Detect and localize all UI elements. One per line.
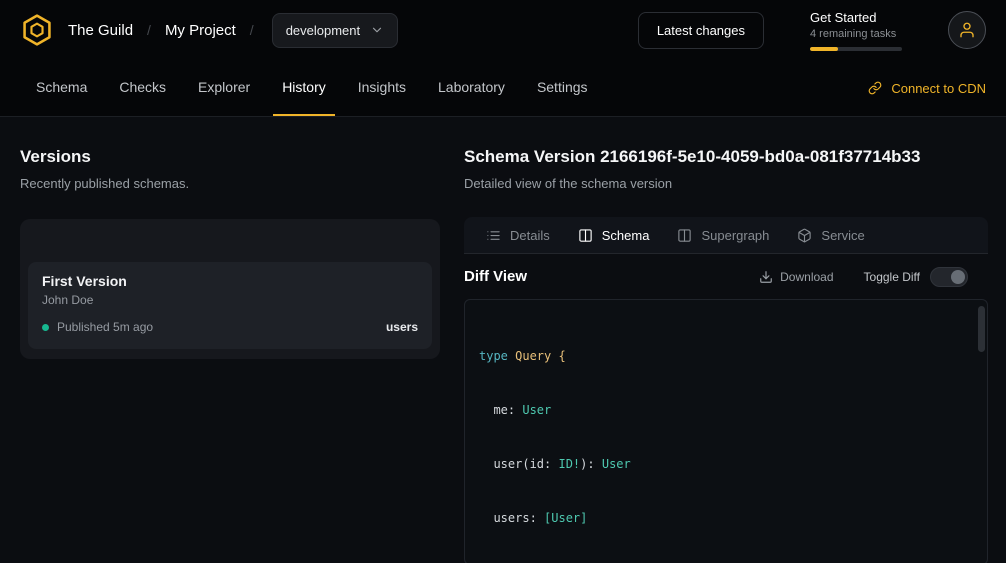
tab-schema[interactable]: Schema xyxy=(564,217,664,253)
main-nav: Schema Checks Explorer History Insights … xyxy=(0,60,1006,117)
hive-logo-icon[interactable] xyxy=(20,13,54,47)
version-status-row: Published 5m ago users xyxy=(42,320,418,334)
code-token: { xyxy=(551,349,565,363)
published-status-dot xyxy=(42,324,49,331)
code-line: type Query { xyxy=(479,347,973,365)
get-started-widget[interactable]: Get Started 4 remaining tasks xyxy=(810,10,902,51)
schema-sdl-viewer: type Query { me: User user(id: ID!): Use… xyxy=(464,299,988,563)
header-actions: Latest changes Get Started 4 remaining t… xyxy=(638,10,986,51)
download-icon xyxy=(759,270,773,284)
diff-view-header: Diff View Download Toggle Diff xyxy=(464,254,988,299)
org-name[interactable]: The Guild xyxy=(68,22,133,39)
download-label: Download xyxy=(780,270,833,284)
tab-schema-label: Schema xyxy=(602,228,650,243)
chevron-down-icon xyxy=(370,23,384,37)
tab-service-label: Service xyxy=(821,228,864,243)
columns-icon xyxy=(578,228,593,243)
diff-view-title: Diff View xyxy=(464,268,527,285)
toggle-diff-label: Toggle Diff xyxy=(864,270,920,284)
nav-tab-schema[interactable]: Schema xyxy=(27,60,96,116)
versions-title: Versions xyxy=(20,147,440,167)
schema-version-subtitle: Detailed view of the schema version xyxy=(464,176,988,191)
code-token: ID! xyxy=(558,457,580,471)
app-header: The Guild / My Project / development Lat… xyxy=(0,0,1006,60)
toggle-diff-switch[interactable] xyxy=(930,267,968,287)
code-token: [User] xyxy=(544,511,587,525)
code-line: user(id: ID!): User xyxy=(479,455,973,473)
schema-sdl-code: type Query { me: User user(id: ID!): Use… xyxy=(465,300,987,563)
code-token: ): xyxy=(580,457,602,471)
user-avatar[interactable] xyxy=(948,11,986,49)
code-line: me: User xyxy=(479,401,973,419)
version-status-text: Published 5m ago xyxy=(57,320,153,334)
scrollbar-thumb[interactable] xyxy=(978,306,985,352)
tab-supergraph-label: Supergraph xyxy=(701,228,769,243)
breadcrumb-separator: / xyxy=(250,22,254,38)
environment-selector[interactable]: development xyxy=(272,13,398,48)
environment-selected-value: development xyxy=(286,23,360,38)
schema-version-panel: Schema Version 2166196f-5e10-4059-bd0a-0… xyxy=(464,117,988,563)
tab-service[interactable]: Service xyxy=(783,217,878,253)
list-icon xyxy=(486,228,501,243)
tab-supergraph[interactable]: Supergraph xyxy=(663,217,783,253)
box-icon xyxy=(797,228,812,243)
get-started-title: Get Started xyxy=(810,10,902,25)
versions-subtitle: Recently published schemas. xyxy=(20,176,440,191)
toggle-diff-knob xyxy=(951,270,965,284)
tab-details-label: Details xyxy=(510,228,550,243)
project-name[interactable]: My Project xyxy=(165,22,236,39)
get-started-progress-bar xyxy=(810,47,902,51)
version-author: John Doe xyxy=(42,293,418,307)
breadcrumb: The Guild / My Project / development xyxy=(20,13,398,48)
diff-view-actions: Download Toggle Diff xyxy=(759,267,968,287)
get-started-subtitle: 4 remaining tasks xyxy=(810,28,902,40)
code-line: users: [User] xyxy=(479,509,973,527)
nav-tab-history[interactable]: History xyxy=(273,60,335,116)
main-content: Versions Recently published schemas. Fir… xyxy=(0,117,1006,563)
code-token: User xyxy=(602,457,631,471)
connect-to-cdn-label: Connect to CDN xyxy=(891,81,986,96)
code-token: users: xyxy=(479,511,544,525)
user-icon xyxy=(958,21,976,39)
code-token: me: xyxy=(479,403,522,417)
schema-version-tabs: Details Schema Supergraph xyxy=(464,217,988,254)
tab-details[interactable]: Details xyxy=(472,217,564,253)
version-title: First Version xyxy=(42,273,418,289)
versions-list: First Version John Doe Published 5m ago … xyxy=(20,219,440,359)
version-list-item[interactable]: First Version John Doe Published 5m ago … xyxy=(28,262,432,349)
nav-tab-insights[interactable]: Insights xyxy=(349,60,415,116)
breadcrumb-separator: / xyxy=(147,22,151,38)
nav-tab-explorer[interactable]: Explorer xyxy=(189,60,259,116)
code-token: User xyxy=(522,403,551,417)
code-token: user(id: xyxy=(479,457,558,471)
versions-panel: Versions Recently published schemas. Fir… xyxy=(20,117,440,563)
get-started-progress-fill xyxy=(810,47,838,51)
download-button[interactable]: Download xyxy=(759,270,833,284)
version-service-badge: users xyxy=(386,320,418,334)
connect-to-cdn-button[interactable]: Connect to CDN xyxy=(868,60,986,116)
nav-tab-laboratory[interactable]: Laboratory xyxy=(429,60,514,116)
code-token: Query xyxy=(515,349,551,363)
schema-version-title: Schema Version 2166196f-5e10-4059-bd0a-0… xyxy=(464,147,988,167)
nav-tab-checks[interactable]: Checks xyxy=(110,60,175,116)
scrollbar-track xyxy=(977,302,985,562)
nav-tab-settings[interactable]: Settings xyxy=(528,60,597,116)
columns-icon xyxy=(677,228,692,243)
code-token: type xyxy=(479,349,515,363)
link-icon xyxy=(868,81,882,95)
latest-changes-button[interactable]: Latest changes xyxy=(638,12,764,49)
